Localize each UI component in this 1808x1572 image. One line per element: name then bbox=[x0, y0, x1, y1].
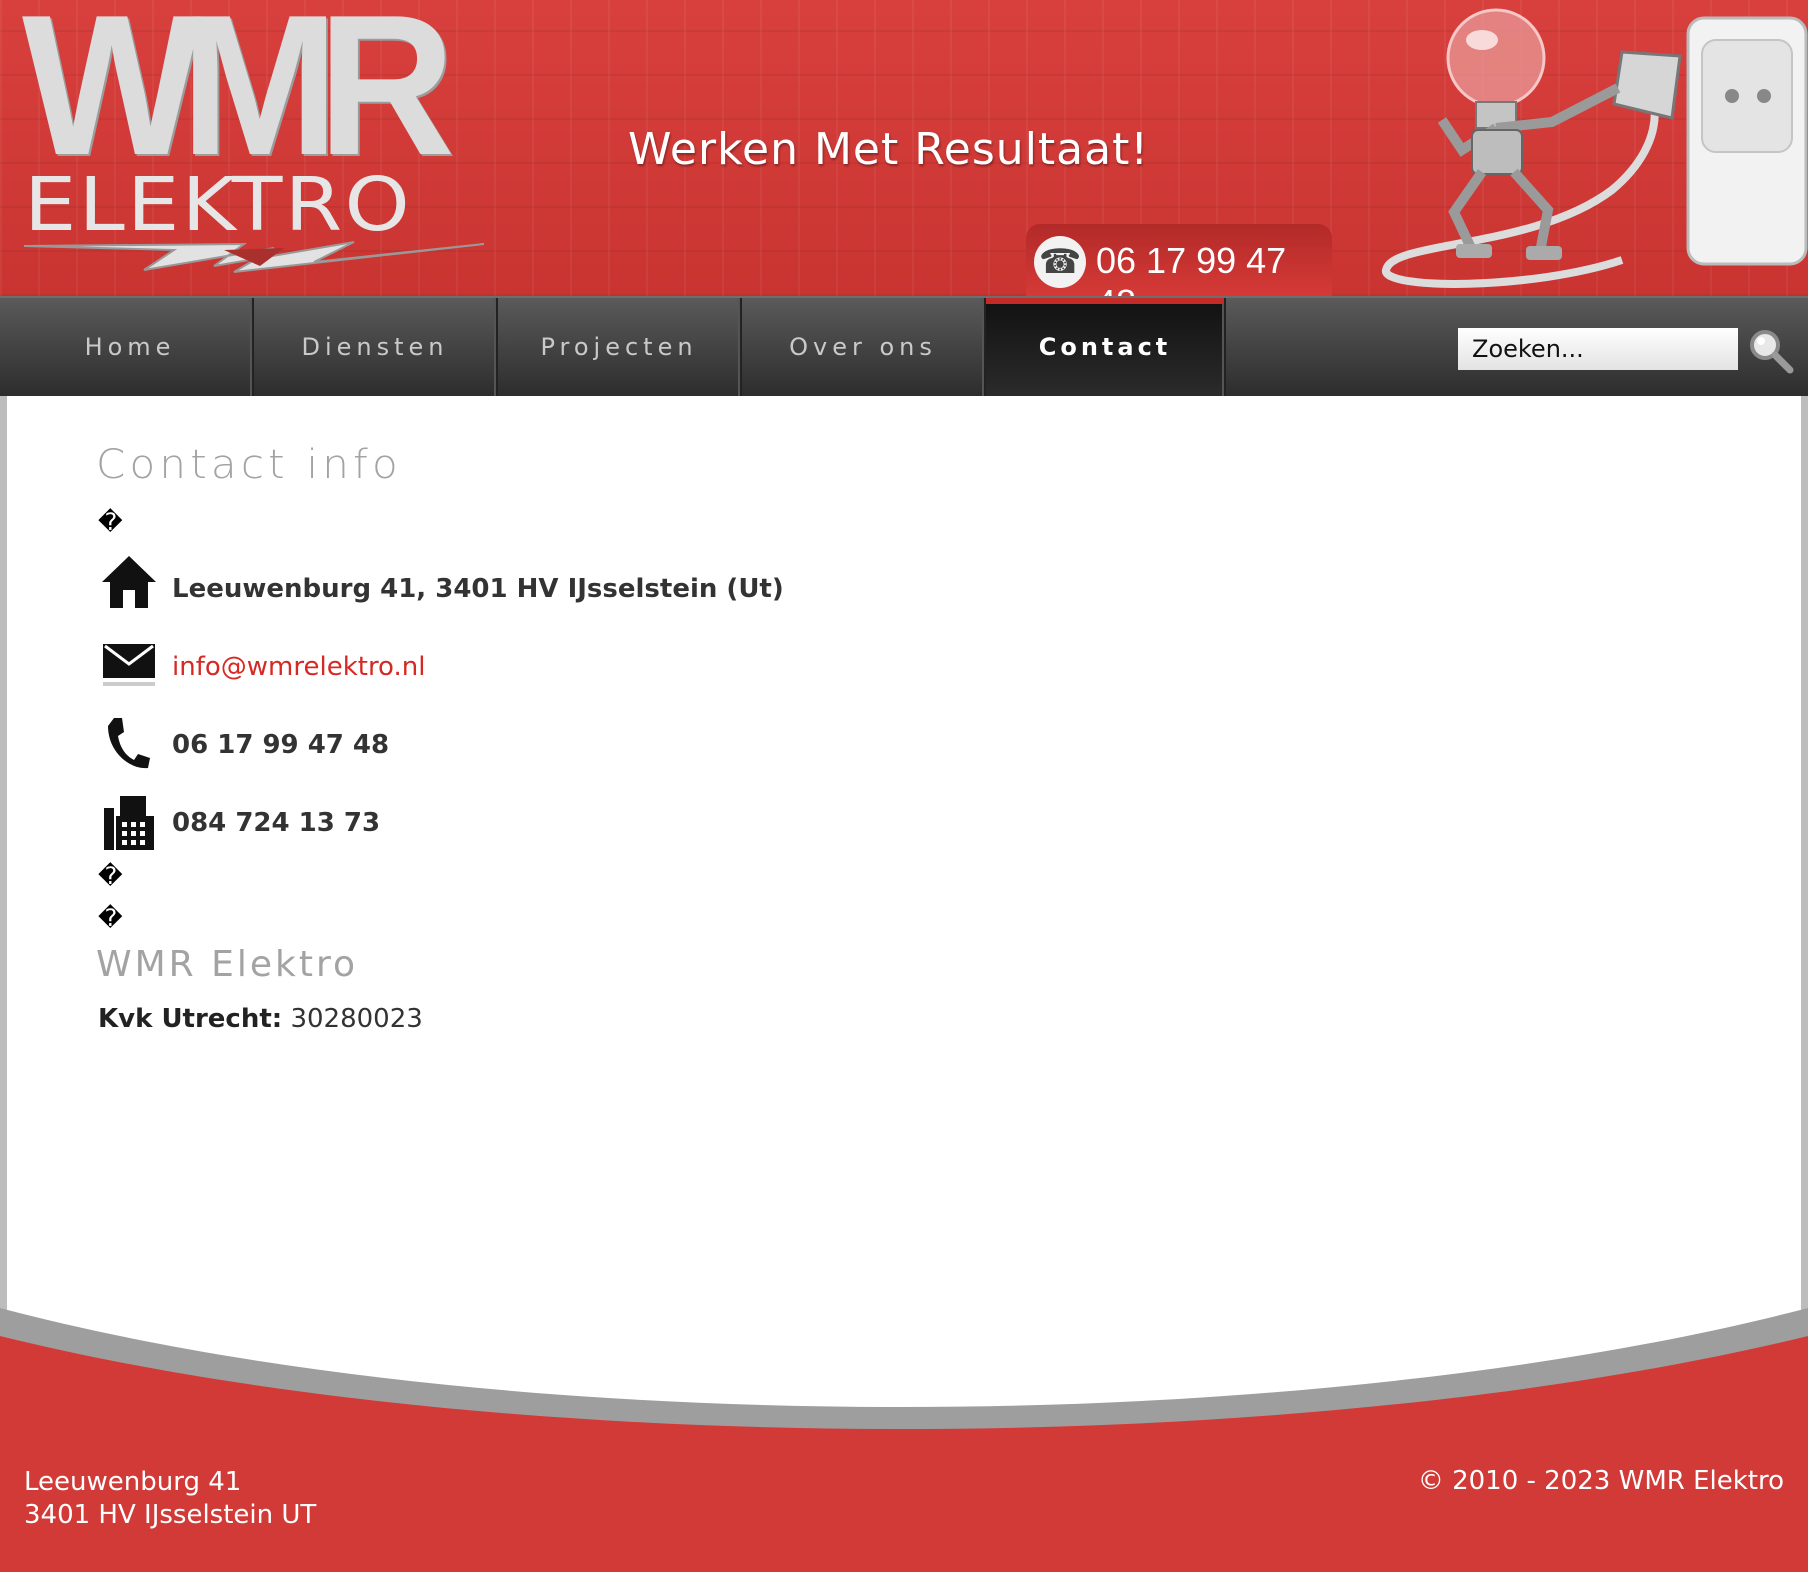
nav-item-over-ons[interactable]: Over ons bbox=[742, 298, 986, 396]
house-icon bbox=[102, 556, 156, 608]
footer-address-line1: Leeuwenburg 41 bbox=[24, 1467, 242, 1497]
placeholder-glyph: � bbox=[98, 904, 123, 932]
nav-item-home[interactable]: Home bbox=[8, 298, 254, 396]
address-text: Leeuwenburg 41, 3401 HV IJsselstein (Ut) bbox=[172, 574, 784, 604]
kvk-line: Kvk Utrecht: 30280023 bbox=[98, 1004, 423, 1034]
site-header: WMR ELEKTRO Werken Met Resultaat! ☎ 06 1… bbox=[0, 0, 1808, 296]
footer-address-line2: 3401 HV IJsselstein UT bbox=[24, 1500, 317, 1530]
nav-item-diensten[interactable]: Diensten bbox=[254, 298, 498, 396]
header-phone-number: 06 17 99 47 48 bbox=[1096, 240, 1287, 296]
envelope-icon bbox=[103, 644, 155, 686]
nav-item-contact[interactable]: Contact bbox=[986, 298, 1226, 396]
magnifier-icon[interactable] bbox=[1746, 326, 1794, 374]
header-phone-tab[interactable]: ☎ 06 17 99 47 48 bbox=[1026, 224, 1332, 296]
bulb-robot-illustration bbox=[1382, 8, 1808, 288]
footer-copyright: © 2010 - 2023 WMR Elektro bbox=[1417, 1466, 1784, 1496]
footer-address: Leeuwenburg 41 3401 HV IJsselstein UT bbox=[24, 1466, 316, 1532]
fax-text: 084 724 13 73 bbox=[172, 808, 381, 838]
logo-wordmark[interactable]: WMR bbox=[22, 0, 455, 186]
right-border bbox=[1801, 396, 1808, 1326]
nav-item-projecten[interactable]: Projecten bbox=[498, 298, 742, 396]
lightning-bolt-icon bbox=[24, 241, 484, 273]
logo-subtitle: ELEKTRO bbox=[24, 162, 412, 248]
main-nav: Home Diensten Projecten Over ons Contact bbox=[0, 296, 1808, 396]
kvk-value: 30280023 bbox=[290, 1004, 423, 1034]
search-input[interactable] bbox=[1458, 328, 1738, 370]
placeholder-glyph: � bbox=[98, 862, 123, 890]
kvk-label: Kvk Utrecht: bbox=[98, 1004, 283, 1034]
left-border bbox=[0, 396, 7, 1326]
contact-info-heading: Contact info bbox=[96, 442, 402, 488]
telephone-icon: ☎ bbox=[1034, 236, 1086, 288]
company-heading: WMR Elektro bbox=[96, 944, 359, 985]
phone-handset-icon bbox=[108, 718, 150, 769]
phone-text: 06 17 99 47 48 bbox=[172, 730, 390, 760]
fax-icon bbox=[104, 796, 154, 850]
placeholder-glyph: � bbox=[98, 508, 123, 536]
tagline: Werken Met Resultaat! bbox=[628, 124, 1149, 175]
email-link[interactable]: info@wmrelektro.nl bbox=[172, 652, 425, 682]
